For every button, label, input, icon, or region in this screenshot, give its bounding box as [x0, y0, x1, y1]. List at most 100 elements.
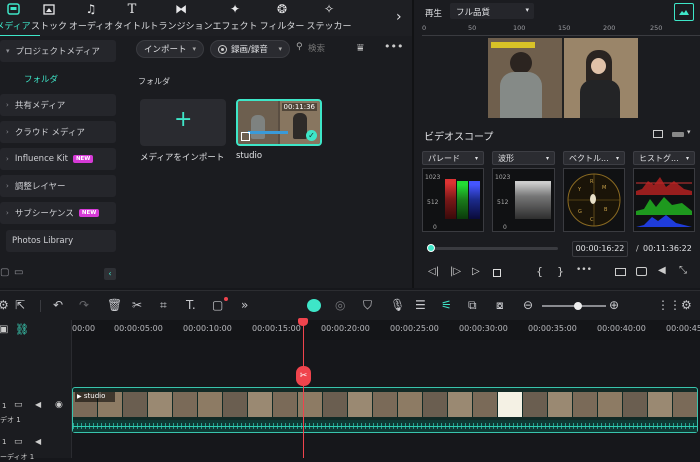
more-options-icon[interactable]: •••	[384, 40, 403, 53]
chevron-down-icon: ▾	[525, 6, 529, 14]
zoom-slider-handle[interactable]	[574, 302, 582, 310]
chevron-down-icon: ▾	[545, 154, 549, 162]
zoom-in-icon[interactable]: ⊕	[609, 298, 619, 312]
snapshot-view-button[interactable]	[674, 3, 694, 21]
tab-transition[interactable]: ⧓ トランジション	[150, 0, 213, 36]
import-dropdown[interactable]: インポート ▾	[136, 40, 204, 58]
text-tool-icon[interactable]: T.	[186, 298, 196, 312]
scope-mode-vectorscope[interactable]: ベクトル... ▾	[563, 151, 625, 165]
snap-magnet-icon[interactable]: ⚟	[441, 298, 452, 312]
search-input[interactable]	[308, 41, 348, 57]
clip-frame	[623, 392, 647, 417]
settings-icon[interactable]: ⚙	[681, 298, 692, 312]
volume-icon[interactable]: ◀	[35, 400, 41, 409]
tab-sticker[interactable]: ✧ ステッカー	[307, 0, 352, 36]
import-media-card[interactable]: +	[140, 99, 226, 146]
clip-frame	[648, 392, 672, 417]
delete-icon[interactable]: 🗑	[107, 298, 122, 312]
sidebar-item-photos-library[interactable]: Photos Library	[6, 230, 116, 252]
microphone-icon[interactable]: 🎙	[390, 298, 405, 312]
fullscreen-icon[interactable]: ⤡	[679, 265, 687, 276]
tab-media[interactable]: メディア	[0, 0, 31, 36]
timeline-ruler[interactable]: 00:00 00:00:05:00 00:00:10:00 00:00:15:0…	[72, 320, 700, 340]
pip-icon[interactable]: ⧇	[496, 298, 504, 313]
mark-out-icon[interactable]: }	[557, 265, 564, 278]
more-options-icon[interactable]: •••	[576, 265, 592, 275]
track-options-icon[interactable]: ⋮⋮	[657, 298, 681, 312]
layout-icon[interactable]: ⚙	[0, 298, 9, 312]
link-track-icon[interactable]: ⛓	[15, 323, 29, 336]
shield-icon[interactable]: ⛉	[363, 298, 372, 313]
toolbar-more-button[interactable]: ›	[396, 9, 402, 25]
progress-handle[interactable]	[426, 244, 435, 252]
zoom-out-icon[interactable]: ⊖	[523, 298, 533, 312]
sidebar-item-subsequence[interactable]: › サブシーケンス NEW	[0, 202, 116, 224]
undo-icon[interactable]: ↶	[53, 298, 63, 312]
current-time: 00:00:16:22	[572, 241, 628, 257]
stop-icon[interactable]	[493, 269, 501, 277]
parade-scope: 1023 512 0	[422, 168, 484, 232]
top-toolbar: メディア ストック ♫ オーディオ T タイトル ⧓ トランジション ✦ エフェ…	[0, 0, 412, 36]
sidebar-item-cloud-media[interactable]: › クラウド メディア	[0, 121, 116, 143]
folder-icon[interactable]: ▭	[14, 267, 23, 278]
prev-frame-icon[interactable]: ◁|	[428, 266, 439, 277]
folder-icon[interactable]: ▭	[14, 400, 23, 410]
tab-title[interactable]: T タイトル	[114, 0, 150, 36]
redo-icon[interactable]: ↷	[79, 298, 89, 312]
link-icon[interactable]: ⧉	[468, 298, 477, 313]
volume-icon[interactable]: ◀	[658, 265, 666, 276]
svg-text:C: C	[590, 217, 594, 223]
sidebar-item-project-media[interactable]: ▾ プロジェクトメディア	[0, 40, 116, 62]
select-tool-icon[interactable]: ⇱	[15, 298, 25, 312]
chevron-down-icon[interactable]: ▾	[687, 128, 691, 136]
speed-icon[interactable]: ◎	[335, 298, 345, 312]
sidebar-item-influence-kit[interactable]: › Influence Kit NEW	[0, 148, 116, 170]
clip-frame	[598, 392, 622, 417]
ruler-mark: 00:00:10:00	[183, 324, 232, 333]
clip-frame	[473, 392, 497, 417]
next-frame-icon[interactable]: |▷	[450, 266, 461, 277]
clip-frame	[273, 392, 297, 417]
playback-progress-track[interactable]	[426, 244, 558, 252]
sidebar-item-adjustment-layer[interactable]: › 調整レイヤー	[0, 175, 116, 197]
display-icon[interactable]	[615, 268, 626, 276]
zoom-slider[interactable]	[542, 302, 606, 310]
camera-snapshot-icon[interactable]	[636, 267, 647, 276]
ruler-mark: 00:00:30:00	[459, 324, 508, 333]
tab-stock[interactable]: ストック	[31, 0, 67, 36]
clip-thumbnail-studio[interactable]: 00:11:36 ✓	[236, 99, 322, 146]
playhead-scissors-button[interactable]: ✂	[296, 366, 311, 386]
video-clip-studio[interactable]: ▶ studio	[72, 387, 698, 433]
tab-audio[interactable]: ♫ オーディオ	[69, 0, 113, 36]
scope-mode-histogram[interactable]: ヒストグ... ▾	[633, 151, 695, 165]
panel-layout-icon[interactable]	[653, 130, 663, 138]
quality-dropdown[interactable]: フル品質 ▾	[450, 3, 534, 19]
ai-assistant-icon[interactable]	[307, 299, 321, 312]
collapse-sidebar-button[interactable]: ‹	[104, 268, 116, 280]
mark-in-icon[interactable]: {	[536, 265, 543, 278]
volume-icon[interactable]: ◀	[35, 437, 41, 446]
sidebar-item-shared-media[interactable]: › 共有メディア	[0, 94, 116, 116]
add-folder-icon[interactable]: ▢	[0, 267, 9, 278]
folder-icon[interactable]: ▭	[14, 437, 23, 447]
vectorscope-graphic: RM YB GC	[567, 173, 621, 227]
crop-icon[interactable]: ⌗	[160, 298, 167, 313]
scope-mode-parade[interactable]: パレード ▾	[422, 151, 484, 165]
scope-mode-waveform[interactable]: 波形 ▾	[492, 151, 555, 165]
eye-icon[interactable]: ◉	[55, 400, 63, 410]
clip-duration: 00:11:36	[281, 103, 317, 111]
playhead-handle[interactable]	[298, 318, 308, 326]
tab-effects[interactable]: ✦ エフェクト	[213, 0, 258, 36]
filter-sort-icon[interactable]: ⩸	[357, 41, 364, 55]
play-icon[interactable]: ▷	[472, 266, 480, 277]
filter-icon: ❂	[276, 2, 288, 16]
sidebar-item-folder[interactable]: フォルダ	[24, 73, 58, 85]
add-track-icon[interactable]: ▣	[0, 324, 8, 335]
scissors-icon[interactable]: ✂	[132, 298, 142, 312]
captions-icon[interactable]: ☰	[415, 298, 426, 312]
tab-filter[interactable]: ❂ フィルター	[260, 0, 305, 36]
record-dropdown[interactable]: 録画/録音 ▾	[210, 40, 290, 58]
record-tool-icon[interactable]: ▢	[212, 298, 223, 312]
view-toggle-icon[interactable]	[672, 132, 684, 137]
more-tools-icon[interactable]: »	[241, 298, 248, 312]
